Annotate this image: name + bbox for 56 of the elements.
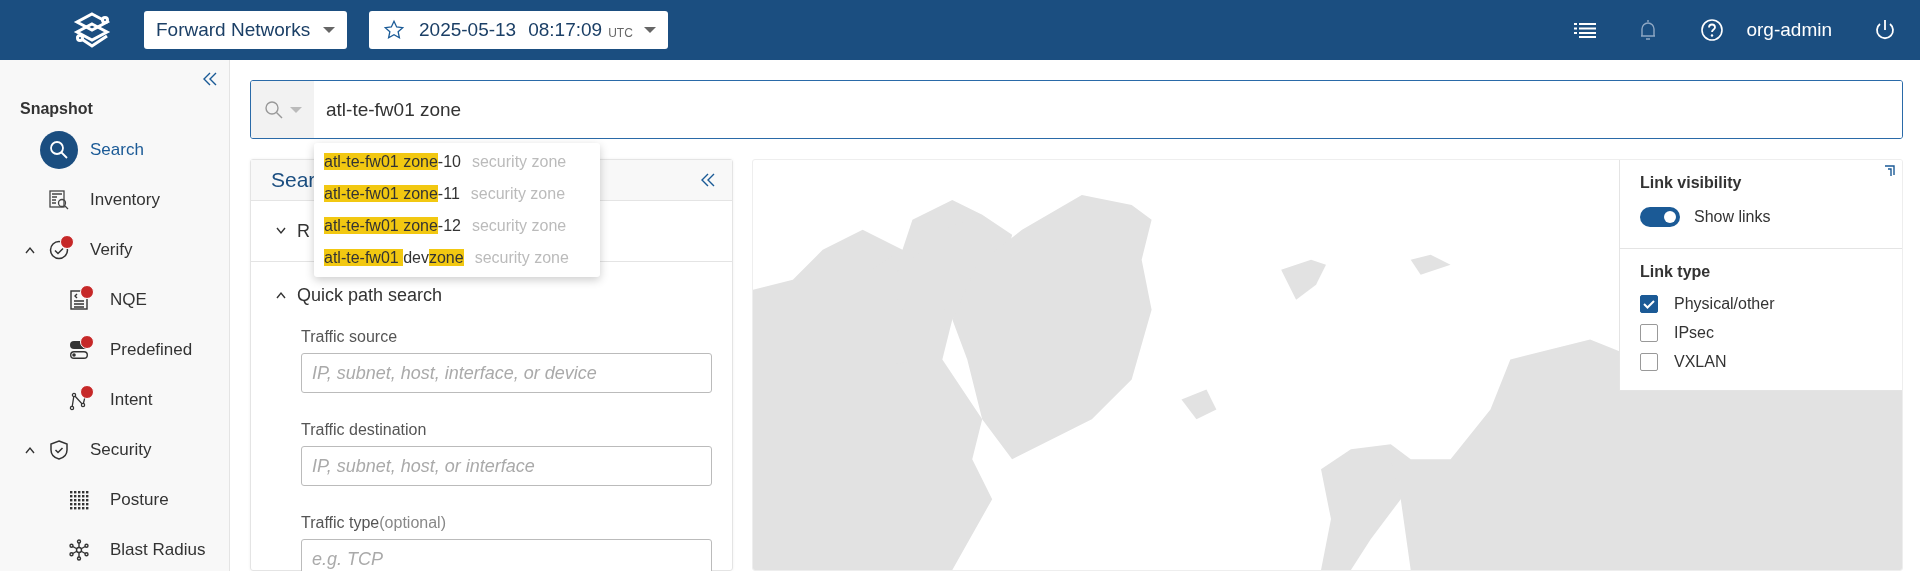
- input-field[interactable]: e.g. TCP: [301, 539, 712, 571]
- snapshot-dropdown[interactable]: 2025-05-13 08:17:09 UTC: [369, 11, 668, 49]
- chevron-icon[interactable]: [275, 291, 287, 299]
- field-label: Traffic destination: [301, 421, 428, 439]
- chevron-icon[interactable]: [24, 446, 36, 454]
- stacked-layers-logo-icon[interactable]: [72, 10, 112, 50]
- nav-item[interactable]: Blast Radius: [110, 540, 206, 560]
- document-code-icon[interactable]: [68, 289, 90, 311]
- grid-dots-icon[interactable]: [68, 489, 90, 511]
- field-label: Traffic source: [301, 328, 399, 346]
- collapse-icon[interactable]: [701, 173, 715, 187]
- caret-icon[interactable]: [644, 27, 656, 33]
- nav-item[interactable]: Security: [90, 440, 152, 460]
- input-field[interactable]: IP, subnet, host, or interface: [301, 446, 712, 486]
- star-icon[interactable]: [383, 19, 405, 41]
- checkbox-label: IPsec: [1674, 323, 1714, 342]
- input-field[interactable]: IP, subnet, host, interface, or device: [301, 353, 712, 393]
- list-icon[interactable]: [1574, 22, 1597, 38]
- sidebar-heading: Snapshot: [19, 99, 94, 119]
- section-title[interactable]: R: [297, 220, 310, 242]
- suggestion-item[interactable]: atl-te-fw01 zone-12 security zone: [314, 210, 600, 242]
- chevron-icon[interactable]: [24, 246, 36, 254]
- checkbox[interactable]: [1640, 294, 1658, 313]
- toggle-label: Show links: [1694, 208, 1771, 226]
- nav-item[interactable]: Posture: [110, 490, 169, 510]
- section-title[interactable]: Quick path search: [297, 284, 443, 306]
- field-label: Traffic type(optional): [301, 514, 447, 532]
- panel-title: Sear: [271, 168, 316, 192]
- snowflake-icon[interactable]: [68, 539, 90, 561]
- checkbox[interactable]: [1640, 323, 1658, 342]
- collapse-icon[interactable]: [203, 72, 217, 86]
- checkbox-label: VXLAN: [1674, 352, 1727, 371]
- list-magnifier-icon[interactable]: [48, 189, 70, 211]
- network-dropdown[interactable]: Forward Networks: [144, 11, 347, 49]
- nav-item[interactable]: Verify: [90, 240, 133, 260]
- show-links-toggle[interactable]: [1640, 207, 1680, 227]
- expand-icon[interactable]: [1882, 164, 1896, 178]
- checkbox-label: Physical/other: [1674, 294, 1775, 313]
- check-circle-icon[interactable]: [48, 239, 70, 261]
- nav-item[interactable]: Intent: [110, 390, 153, 410]
- chevron-icon[interactable]: [275, 227, 287, 235]
- legend-title: Link visibility: [1640, 174, 1743, 192]
- checkbox[interactable]: [1640, 352, 1658, 371]
- legend-title: Link type: [1640, 263, 1712, 281]
- nav-item[interactable]: Inventory: [90, 190, 160, 210]
- nav-item[interactable]: Predefined: [110, 340, 193, 360]
- nav-item[interactable]: Search: [90, 140, 144, 160]
- user-menu[interactable]: org-admin: [1746, 19, 1832, 41]
- nav-item[interactable]: NQE: [110, 290, 147, 310]
- help-icon[interactable]: [1700, 18, 1725, 42]
- shield-check-icon[interactable]: [48, 439, 70, 461]
- caret-icon[interactable]: [323, 27, 335, 33]
- power-icon[interactable]: [1874, 18, 1896, 42]
- search-icon[interactable]: [49, 140, 69, 160]
- suggestion-item[interactable]: atl-te-fw01 zone-10 security zone: [314, 146, 600, 178]
- suggestion-item[interactable]: atl-te-fw01 zone-11 security zone: [314, 178, 600, 210]
